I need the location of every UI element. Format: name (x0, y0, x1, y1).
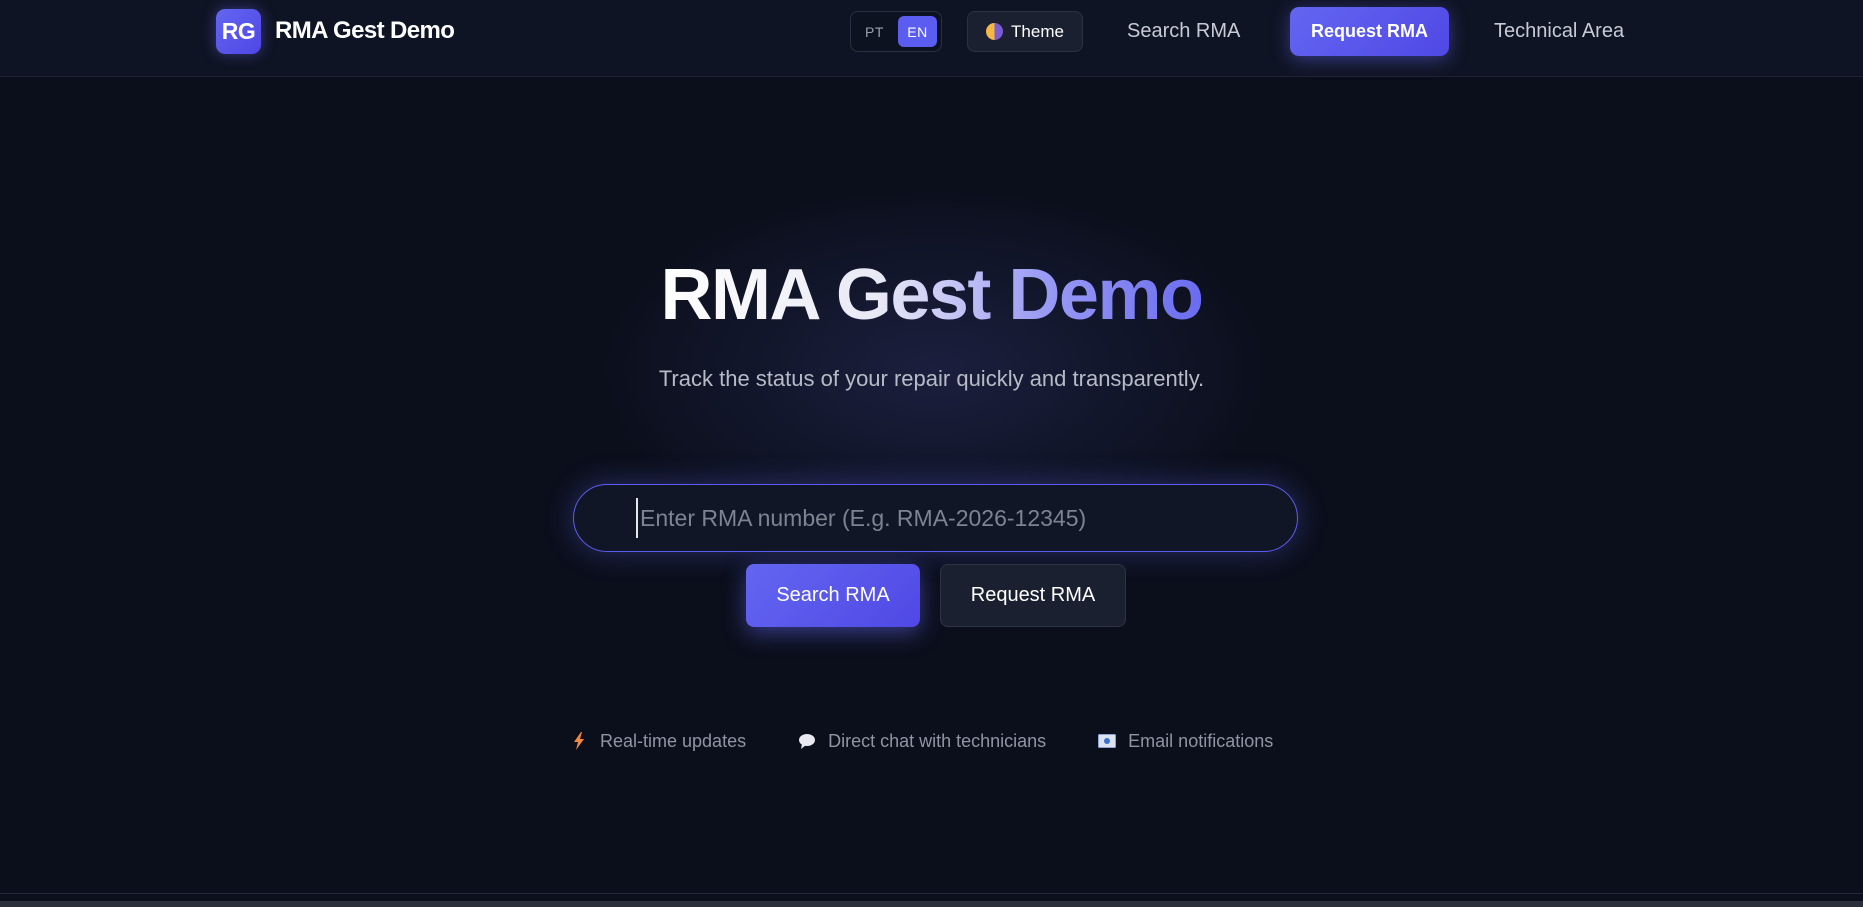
rma-search-box (573, 484, 1298, 552)
rma-number-input[interactable] (636, 498, 1256, 538)
feature-label: Email notifications (1128, 730, 1274, 751)
theme-label: Theme (1011, 21, 1064, 41)
theme-toggle-button[interactable]: Theme (967, 11, 1083, 52)
feature-item: Email notifications (1098, 731, 1273, 752)
feature-list: Real-time updates Direct chat with techn… (570, 729, 1273, 753)
half-moon-icon (986, 23, 1004, 40)
request-rma-button[interactable]: Request RMA (940, 564, 1126, 627)
language-option-pt[interactable]: PT (855, 16, 894, 47)
hero-subtitle: Track the status of your repair quickly … (658, 366, 1205, 391)
email-icon (1098, 732, 1117, 750)
language-switcher: PT EN (850, 11, 942, 52)
feature-item: Real-time updates (570, 731, 746, 752)
brand[interactable]: RG RMA Gest Demo (216, 8, 455, 54)
search-rma-button[interactable]: Search RMA (746, 564, 920, 627)
brand-logo: RG (216, 8, 261, 54)
nav-request-rma-button[interactable]: Request RMA (1290, 7, 1449, 56)
nav-link-search-rma[interactable]: Search RMA (1127, 11, 1240, 52)
feature-label: Real-time updates (600, 730, 747, 751)
bottom-scrollbar[interactable] (0, 901, 1863, 907)
feature-label: Direct chat with technicians (828, 730, 1047, 751)
brand-name: RMA Gest Demo (275, 17, 455, 44)
hero-title: RMA Gest Demo (0, 250, 1863, 340)
feature-item: Direct chat with technicians (798, 731, 1046, 752)
bolt-icon (570, 732, 588, 750)
chat-bubble-icon (798, 732, 816, 750)
footer-divider (0, 893, 1863, 894)
top-navbar: RG RMA Gest Demo PT EN Theme Search RMA … (0, 0, 1863, 77)
nav-link-technical-area[interactable]: Technical Area (1494, 11, 1624, 52)
language-option-en[interactable]: EN (898, 16, 937, 47)
hero-title-text: RMA Gest Demo (660, 255, 1204, 335)
